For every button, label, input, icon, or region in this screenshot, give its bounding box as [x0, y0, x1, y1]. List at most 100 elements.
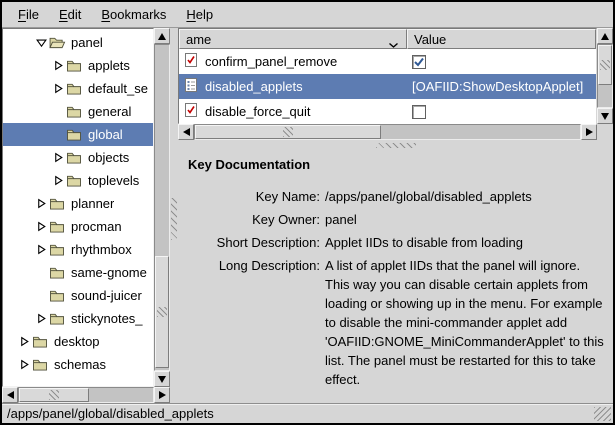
tree-item-default-se[interactable]: default_se	[3, 77, 153, 100]
expander-spacer	[34, 290, 49, 302]
menu-edit[interactable]: Edit	[49, 4, 91, 25]
tree-scroll-right-button[interactable]	[154, 387, 170, 403]
key-rows: confirm_panel_remove disabled_applets [OAF…	[179, 49, 596, 124]
keys-scroll-right-button[interactable]	[581, 124, 597, 140]
expander-closed-icon[interactable]	[34, 244, 49, 256]
keys-scroll-down-button[interactable]	[597, 108, 613, 124]
resize-grip-icon[interactable]	[594, 407, 611, 421]
keys-hscroll-track[interactable]	[194, 124, 581, 140]
tree-item-stickynotes[interactable]: stickynotes_	[3, 307, 153, 330]
menu-edit-label: dit	[68, 7, 82, 22]
folder-icon	[49, 289, 66, 303]
key-list-vertical-scrollbar[interactable]	[597, 28, 613, 124]
key-value-text: [OAFIID:ShowDesktopApplet]	[412, 79, 583, 94]
splitter-grip-icon	[171, 198, 177, 240]
expander-closed-icon[interactable]	[51, 152, 66, 164]
tree-vscroll-thumb[interactable]	[155, 256, 169, 368]
value-checkbox-checked[interactable]	[412, 55, 426, 69]
tree-pane: panel applets default_segeneralglobalobjec…	[2, 28, 170, 403]
tree-item-desktop[interactable]: desktop	[3, 330, 153, 353]
doc-value-short-description: Applet IIDs to disable from loading	[325, 233, 605, 252]
folder-open-icon	[49, 36, 66, 50]
menu-bookmarks-label: ookmarks	[110, 7, 166, 22]
key-row-confirm_panel_remove[interactable]: confirm_panel_remove	[179, 49, 596, 74]
expander-closed-icon[interactable]	[34, 198, 49, 210]
key-list-horizontal-scrollbar[interactable]	[178, 124, 597, 140]
menu-help-label: elp	[196, 7, 213, 22]
name-column-header[interactable]: ame	[179, 29, 407, 49]
tree-item-label: panel	[71, 35, 103, 50]
keys-vscroll-track[interactable]	[597, 44, 613, 108]
config-tree: panel applets default_segeneralglobalobjec…	[2, 28, 154, 387]
tree-item-label: applets	[88, 58, 130, 73]
expander-open-icon[interactable]	[34, 37, 49, 49]
key-row-disabled_applets[interactable]: disabled_applets [OAFIID:ShowDesktopApple…	[179, 74, 596, 99]
tree-item-rhythmbox[interactable]: rhythmbox	[3, 238, 153, 261]
expander-closed-icon[interactable]	[17, 336, 32, 348]
pane-splitter-horizontal[interactable]	[178, 142, 613, 149]
left-arrow-icon	[183, 128, 190, 136]
expander-closed-icon[interactable]	[51, 83, 66, 95]
tree-item-global[interactable]: global	[3, 123, 153, 146]
tree-scroll-left-button[interactable]	[2, 387, 18, 403]
expander-closed-icon[interactable]	[51, 175, 66, 187]
tree-item-schemas[interactable]: schemas	[3, 353, 153, 376]
folder-icon	[49, 266, 66, 280]
tree-item-label: desktop	[54, 334, 100, 349]
thumb-grip-icon	[49, 390, 59, 400]
expander-closed-icon[interactable]	[34, 221, 49, 233]
pane-splitter-vertical[interactable]	[170, 28, 178, 403]
tree-item-same-gnome[interactable]: same-gnome	[3, 261, 153, 284]
doc-label-key-name: Key Name:	[188, 187, 320, 206]
value-column-header[interactable]: Value	[407, 29, 596, 49]
folder-icon	[66, 151, 83, 165]
value-checkbox[interactable]	[412, 105, 426, 119]
tree-item-sound-juicer[interactable]: sound-juicer	[3, 284, 153, 307]
folder-icon	[49, 197, 66, 211]
tree-horizontal-scrollbar[interactable]	[2, 387, 170, 403]
folder-icon	[49, 243, 66, 257]
tree-vscroll-track[interactable]	[154, 44, 170, 371]
menu-help[interactable]: Help	[176, 4, 223, 25]
keys-vscroll-thumb[interactable]	[598, 45, 612, 85]
key-row-disable_force_quit[interactable]: disable_force_quit	[179, 99, 596, 124]
key-name-label: disabled_applets	[205, 79, 303, 94]
keys-scroll-up-button[interactable]	[597, 28, 613, 44]
doc-value-key-name: /apps/panel/global/disabled_applets	[325, 187, 605, 206]
keys-scroll-left-button[interactable]	[178, 124, 194, 140]
scrollbar-corner	[597, 124, 613, 140]
doc-label-key-owner: Key Owner:	[188, 210, 320, 229]
expander-closed-icon[interactable]	[34, 313, 49, 325]
tree-vertical-scrollbar[interactable]	[154, 28, 170, 387]
key-value-cell	[407, 105, 596, 119]
tree-scroll-up-button[interactable]	[154, 28, 170, 44]
expander-spacer	[51, 106, 66, 118]
right-arrow-icon	[586, 128, 593, 136]
tree-item-panel[interactable]: panel	[3, 31, 153, 54]
name-column-label: ame	[186, 32, 211, 47]
keys-hscroll-thumb[interactable]	[195, 125, 381, 139]
tree-hscroll-thumb[interactable]	[19, 388, 89, 402]
expander-closed-icon[interactable]	[51, 60, 66, 72]
folder-icon	[32, 335, 49, 349]
expander-closed-icon[interactable]	[17, 359, 32, 371]
tree-hscroll-track[interactable]	[18, 387, 154, 403]
menubar: FileEditBookmarksHelp	[2, 2, 613, 28]
menu-help-mnemonic: H	[186, 7, 195, 22]
folder-icon	[66, 59, 83, 73]
tree-item-procman[interactable]: procman	[3, 215, 153, 238]
tree-item-objects[interactable]: objects	[3, 146, 153, 169]
tree-item-planner[interactable]: planner	[3, 192, 153, 215]
menu-file-mnemonic: F	[18, 7, 26, 22]
tree-item-toplevels[interactable]: toplevels	[3, 169, 153, 192]
doc-label-short-description: Short Description:	[188, 233, 320, 252]
main-area: panel applets default_segeneralglobalobjec…	[2, 28, 613, 403]
key-documentation-panel: Key Documentation Key Name:/apps/panel/g…	[178, 149, 613, 403]
tree-item-general[interactable]: general	[3, 100, 153, 123]
key-name-cell: confirm_panel_remove	[179, 52, 407, 71]
tree-scroll-down-button[interactable]	[154, 371, 170, 387]
menu-file[interactable]: File	[8, 4, 49, 25]
menu-bookmarks[interactable]: Bookmarks	[91, 4, 176, 25]
down-arrow-icon	[158, 376, 166, 383]
tree-item-applets[interactable]: applets	[3, 54, 153, 77]
